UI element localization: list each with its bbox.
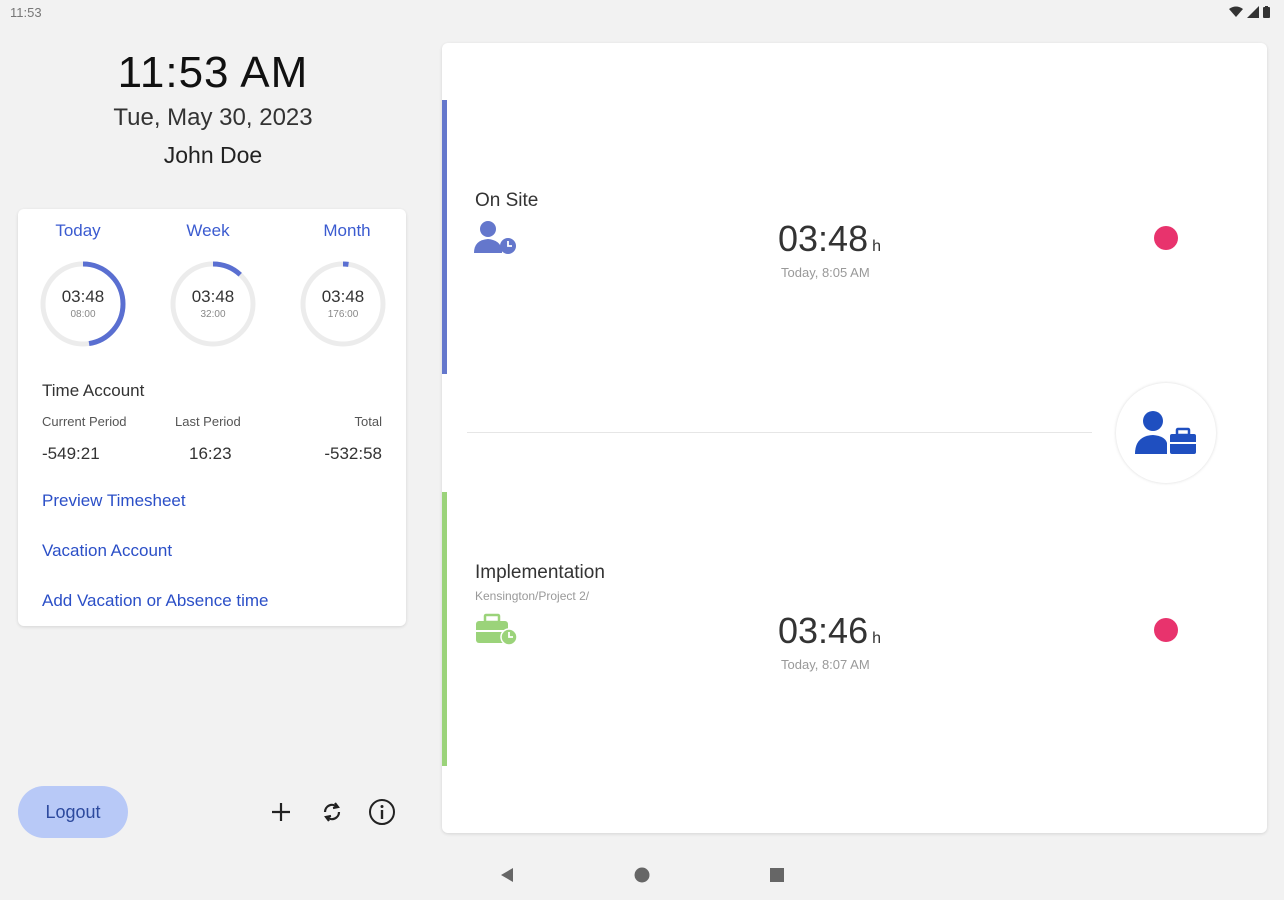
label-last-period: Last Period	[175, 414, 241, 429]
divider	[467, 432, 1092, 433]
switch-activity-button[interactable]	[1116, 383, 1216, 483]
ring-month-target: 176:00	[327, 309, 359, 320]
ring-month-value: 03:48	[321, 287, 365, 306]
entry-duration: 03:46 h	[778, 610, 881, 652]
entry-start-time: Today, 8:05 AM	[781, 265, 870, 280]
status-icons	[1229, 6, 1270, 18]
entry-duration: 03:48 h	[778, 218, 881, 260]
value-current-period: -549:21	[42, 444, 100, 463]
recents-button[interactable]	[766, 864, 788, 886]
battery-icon	[1263, 6, 1270, 18]
ring-today-target: 08:00	[70, 309, 96, 320]
main-panel: On Site 03:48 h Today, 8:05 AM Implementa…	[442, 43, 1267, 833]
ring-today: 03:48 08:00	[38, 259, 128, 349]
logout-button[interactable]: Logout	[18, 786, 128, 838]
entry-duration-unit: h	[872, 630, 881, 647]
time-account-title: Time Account	[42, 381, 145, 400]
back-button[interactable]	[496, 864, 518, 886]
home-icon	[634, 867, 650, 883]
date: Tue, May 30, 2023	[113, 104, 313, 131]
ring-week-value: 03:48	[191, 287, 235, 306]
entry-duration-value: 03:48	[778, 218, 869, 259]
value-total: -532:58	[324, 444, 382, 463]
entry-subtitle: Kensington/Project 2/	[475, 589, 590, 603]
add-vacation-link[interactable]: Add Vacation or Absence time	[42, 591, 269, 611]
status-dot[interactable]	[1154, 226, 1178, 250]
entry-title: On Site	[475, 190, 539, 211]
home-button[interactable]	[631, 864, 653, 886]
tab-week[interactable]: Week	[153, 221, 263, 241]
entry-duration-unit: h	[872, 238, 881, 255]
signal-icon	[1247, 6, 1259, 18]
person-clock-icon	[474, 221, 516, 254]
entry-title: Implementation	[475, 562, 605, 583]
add-button[interactable]	[265, 796, 297, 828]
ring-today-value: 03:48	[61, 287, 105, 306]
ring-week: 03:48 32:00	[168, 259, 258, 349]
status-dot[interactable]	[1154, 618, 1178, 642]
briefcase-clock-icon	[476, 613, 518, 646]
entry-bar-implementation	[442, 492, 447, 766]
info-icon	[369, 799, 395, 825]
label-total: Total	[354, 414, 382, 429]
value-last-period: 16:23	[189, 444, 232, 463]
sync-icon	[323, 802, 341, 822]
wifi-icon	[1229, 6, 1243, 17]
person-briefcase-icon	[1135, 411, 1196, 454]
label-current-period: Current Period	[42, 414, 127, 429]
entry-bar-on-site	[442, 100, 447, 374]
entry-duration-value: 03:46	[778, 610, 869, 651]
vacation-account-link[interactable]: Vacation Account	[42, 541, 172, 561]
preview-timesheet-link[interactable]: Preview Timesheet	[42, 491, 186, 511]
entry-start-time: Today, 8:07 AM	[781, 657, 870, 672]
summary-card: Today Week Month 03:48 08:00 03:48 32:00…	[18, 209, 406, 626]
recents-icon	[770, 868, 784, 882]
plus-icon	[272, 803, 290, 821]
back-icon	[501, 868, 513, 882]
status-bar: 11:53	[0, 0, 1284, 26]
ring-month: 03:48 176:00	[298, 259, 388, 349]
navigation-bar	[0, 848, 1284, 900]
status-time: 11:53	[10, 5, 42, 20]
info-button[interactable]	[366, 796, 398, 828]
ring-week-target: 32:00	[200, 309, 226, 320]
left-panel: 11:53 AM Tue, May 30, 2023 John Doe Toda…	[0, 26, 426, 838]
user-name: John Doe	[163, 142, 263, 168]
clock: 11:53 AM	[117, 48, 309, 97]
tab-month[interactable]: Month	[292, 221, 402, 241]
tab-today[interactable]: Today	[23, 221, 133, 241]
sync-button[interactable]	[316, 796, 348, 828]
